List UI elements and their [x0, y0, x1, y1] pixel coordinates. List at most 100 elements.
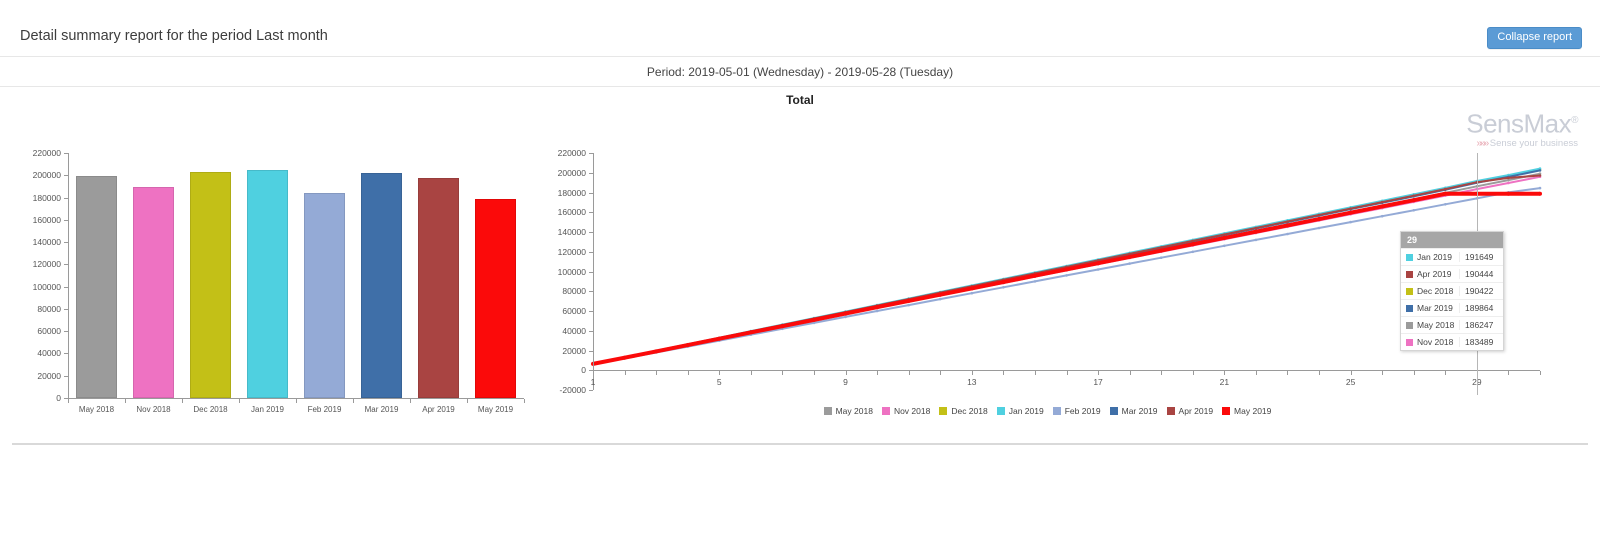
line-chart-x-tick	[1161, 371, 1163, 376]
line-data-point[interactable]	[1538, 186, 1542, 190]
line-data-point[interactable]	[622, 355, 627, 360]
line-data-point[interactable]	[1065, 274, 1068, 277]
line-chart-y-tick	[589, 271, 593, 273]
line-data-point[interactable]	[1444, 203, 1447, 206]
line-data-point[interactable]	[1317, 217, 1321, 222]
line-data-point[interactable]	[1444, 187, 1447, 191]
line-data-point[interactable]	[1349, 220, 1352, 224]
line-data-point[interactable]	[1348, 210, 1353, 215]
line-data-point[interactable]	[1223, 244, 1226, 248]
legend-item[interactable]: Apr 2019	[1166, 406, 1213, 416]
line-data-point[interactable]	[780, 324, 785, 329]
line-data-point[interactable]	[654, 349, 659, 354]
line-data-point[interactable]	[1285, 223, 1290, 228]
line-data-point[interactable]	[1349, 207, 1352, 210]
bar[interactable]	[474, 199, 516, 398]
line-chart-x-tick-label: 9	[843, 377, 848, 388]
line-data-point[interactable]	[1159, 246, 1163, 249]
line-chart-x-tick	[1540, 371, 1541, 376]
legend-item[interactable]: Feb 2019	[1052, 406, 1101, 416]
line-data-point[interactable]	[843, 311, 848, 316]
legend-item[interactable]: Mar 2019	[1109, 406, 1158, 416]
line-data-point[interactable]	[717, 336, 722, 341]
line-data-point[interactable]	[1128, 262, 1131, 265]
line-chart-y-tick	[589, 212, 593, 214]
line-data-point[interactable]	[1443, 191, 1448, 196]
line-data-point[interactable]	[1096, 268, 1100, 271]
line-data-point[interactable]	[1033, 280, 1037, 283]
line-data-point[interactable]	[1191, 239, 1195, 243]
line-data-point[interactable]	[1286, 232, 1289, 236]
line-data-point[interactable]	[1222, 235, 1227, 240]
line-data-point[interactable]	[748, 330, 753, 335]
collapse-report-button[interactable]: Collapse report	[1487, 27, 1582, 49]
bar-chart-y-tick	[64, 375, 68, 377]
line-data-point[interactable]	[1159, 248, 1164, 253]
line-data-point[interactable]	[938, 292, 943, 297]
line-data-point[interactable]	[1096, 261, 1101, 266]
line-data-point[interactable]	[1254, 226, 1258, 230]
line-data-point[interactable]	[1159, 256, 1163, 259]
legend-color-swatch-icon	[1052, 407, 1061, 415]
legend-item[interactable]: May 2018	[823, 406, 873, 416]
line-data-point[interactable]	[1317, 226, 1321, 230]
line-data-point[interactable]	[1380, 214, 1384, 218]
line-data-point[interactable]	[1254, 238, 1258, 242]
line-chart-x-tick	[1319, 371, 1321, 376]
line-data-point[interactable]	[1286, 220, 1289, 223]
bar[interactable]	[246, 170, 288, 398]
tooltip-row: Apr 2019 190444	[1401, 265, 1503, 282]
line-data-point[interactable]	[1001, 280, 1006, 285]
line-data-point[interactable]	[1380, 204, 1385, 209]
line-data-point[interactable]	[1507, 181, 1510, 185]
bar-chart-y-tick-label: 0	[56, 393, 61, 403]
line-data-point[interactable]	[875, 309, 879, 313]
legend-item[interactable]: Nov 2018	[881, 406, 930, 416]
line-data-point[interactable]	[685, 343, 690, 348]
tooltip-color-swatch-icon	[1406, 304, 1413, 312]
line-data-point[interactable]	[1253, 229, 1258, 234]
line-chart-x-tick	[750, 371, 752, 376]
bar[interactable]	[132, 186, 174, 398]
line-data-point[interactable]	[1507, 176, 1510, 180]
bar[interactable]	[189, 171, 231, 398]
line-data-point[interactable]	[1411, 198, 1416, 203]
legend-item[interactable]: May 2019	[1222, 406, 1271, 416]
line-data-point[interactable]	[1412, 194, 1415, 197]
line-data-point[interactable]	[1412, 209, 1415, 212]
line-chart-y-tick-label: 140000	[557, 227, 586, 237]
bar[interactable]	[417, 178, 459, 398]
line-data-point[interactable]	[969, 286, 974, 291]
line-data-point[interactable]	[907, 303, 910, 307]
line-data-point[interactable]	[1002, 286, 1005, 289]
line-data-point[interactable]	[1064, 267, 1069, 272]
line-data-point[interactable]	[1538, 174, 1542, 177]
line-data-point[interactable]	[1317, 213, 1321, 217]
bar[interactable]	[303, 192, 345, 398]
line-data-point[interactable]	[1538, 191, 1542, 196]
chart-tooltip: 29 Jan 2019 191649 Apr 2019 190444 Dec 2018 1…	[1400, 231, 1504, 351]
bar[interactable]	[360, 172, 402, 398]
line-data-point[interactable]	[1506, 191, 1511, 196]
line-chart-x-tick	[1382, 371, 1384, 376]
line-data-point[interactable]	[1032, 273, 1037, 278]
line-data-point[interactable]	[1190, 242, 1195, 247]
line-chart-x-tick	[1003, 371, 1005, 376]
line-chart-y-tick-label: 40000	[562, 325, 586, 336]
line-data-point[interactable]	[1380, 200, 1384, 204]
line-data-point[interactable]	[1127, 254, 1132, 259]
line-data-point[interactable]	[875, 305, 880, 310]
bar[interactable]	[75, 175, 117, 398]
line-data-point[interactable]	[938, 297, 942, 301]
line-data-point[interactable]	[812, 317, 816, 322]
line-data-point[interactable]	[970, 291, 974, 295]
legend-item[interactable]: Jan 2019	[996, 406, 1044, 416]
line-data-point[interactable]	[1538, 169, 1542, 172]
line-data-point[interactable]	[906, 298, 911, 303]
line-data-point[interactable]	[1191, 250, 1195, 254]
legend-item[interactable]: Dec 2018	[939, 406, 988, 416]
line-chart-x-tick	[813, 371, 815, 376]
line-data-point[interactable]	[1223, 233, 1226, 236]
line-data-point[interactable]	[844, 315, 847, 319]
line-chart-x-tick	[687, 371, 689, 376]
